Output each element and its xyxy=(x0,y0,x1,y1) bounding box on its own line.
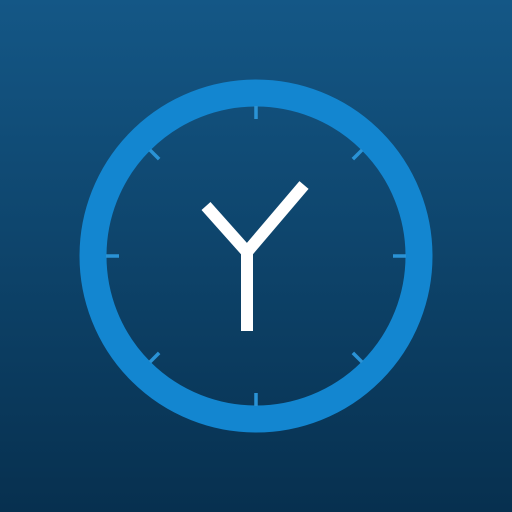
app-icon-canvas xyxy=(0,0,512,512)
icon-background xyxy=(0,0,512,512)
clock-icon xyxy=(0,0,512,512)
